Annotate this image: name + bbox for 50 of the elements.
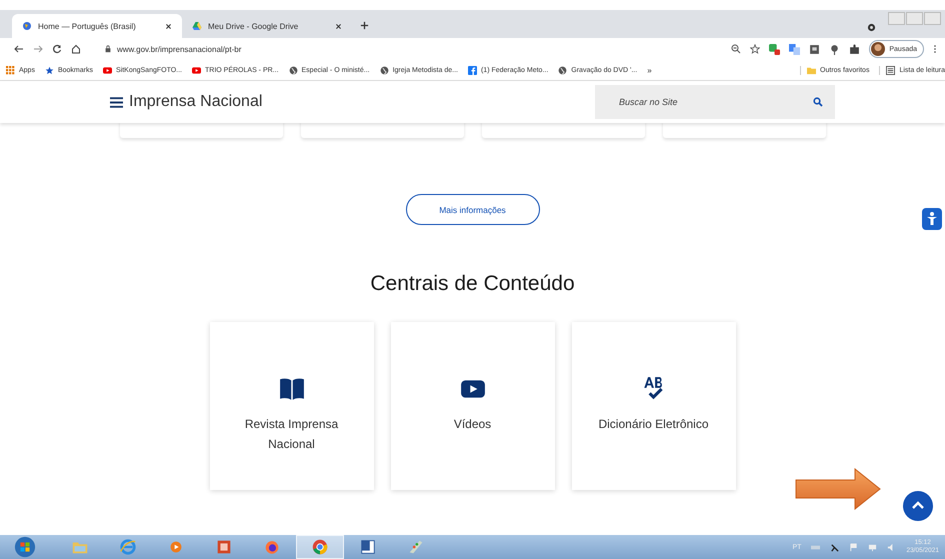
home-icon[interactable]	[71, 44, 81, 54]
browser-tab[interactable]: Home — Português (Brasil)	[12, 14, 182, 38]
folder-icon	[807, 66, 816, 74]
content-card[interactable]: Vídeos	[390, 322, 554, 490]
translate-icon[interactable]	[789, 44, 800, 54]
close-icon[interactable]	[165, 22, 172, 30]
menu-icon[interactable]	[933, 44, 937, 54]
facebook-icon	[468, 66, 477, 74]
drive-icon	[192, 21, 202, 31]
lock-icon	[104, 45, 112, 53]
pin-icon[interactable]	[829, 44, 840, 54]
content-card[interactable]: Dicionário Eletrônico	[572, 322, 736, 490]
star-icon	[44, 66, 54, 74]
extension-icon[interactable]	[809, 44, 820, 54]
search-icon[interactable]	[813, 97, 823, 107]
more-info-button[interactable]: Mais informações	[406, 194, 540, 225]
content-card[interactable]: Revista Imprensa Nacional	[210, 322, 374, 490]
list-icon	[886, 66, 896, 74]
new-tab-icon[interactable]	[360, 21, 369, 30]
menu-icon[interactable]	[110, 96, 123, 108]
back-to-top-button[interactable]	[903, 491, 933, 521]
taskbar-app[interactable]	[296, 535, 344, 559]
browser-icon	[119, 538, 137, 556]
browser-tab[interactable]: Meu Drive - Google Drive	[182, 14, 352, 38]
zoom-icon[interactable]	[731, 44, 742, 54]
avatar-icon	[871, 42, 886, 56]
section-heading: Centrais de Conteúdo	[370, 272, 575, 296]
paint-icon	[407, 538, 425, 556]
accessibility-icon[interactable]	[922, 208, 942, 230]
back-icon[interactable]	[14, 44, 24, 54]
extension-icon[interactable]	[769, 44, 780, 54]
start-button[interactable]	[14, 536, 36, 558]
star-icon[interactable]	[750, 44, 760, 54]
more-bookmarks-button[interactable]: »	[647, 66, 652, 74]
puzzle-icon[interactable]	[849, 44, 860, 54]
record-icon[interactable]	[867, 23, 876, 32]
browser-icon	[263, 538, 281, 556]
book-icon	[278, 376, 304, 402]
presentation-icon	[215, 538, 233, 556]
address-field[interactable]: www.gov.br/imprensanacional/pt-br	[117, 44, 242, 54]
document-icon	[359, 538, 377, 556]
search-field[interactable]: Buscar no Site	[595, 85, 835, 119]
reload-icon[interactable]	[52, 44, 62, 54]
forward-icon[interactable]	[33, 44, 43, 54]
play-icon	[102, 66, 112, 74]
apps-grid-icon	[6, 66, 15, 74]
site-logo[interactable]: Imprensa Nacional	[129, 93, 262, 111]
browser-icon	[311, 538, 329, 556]
play-icon	[192, 66, 201, 74]
close-icon[interactable]	[335, 22, 342, 30]
